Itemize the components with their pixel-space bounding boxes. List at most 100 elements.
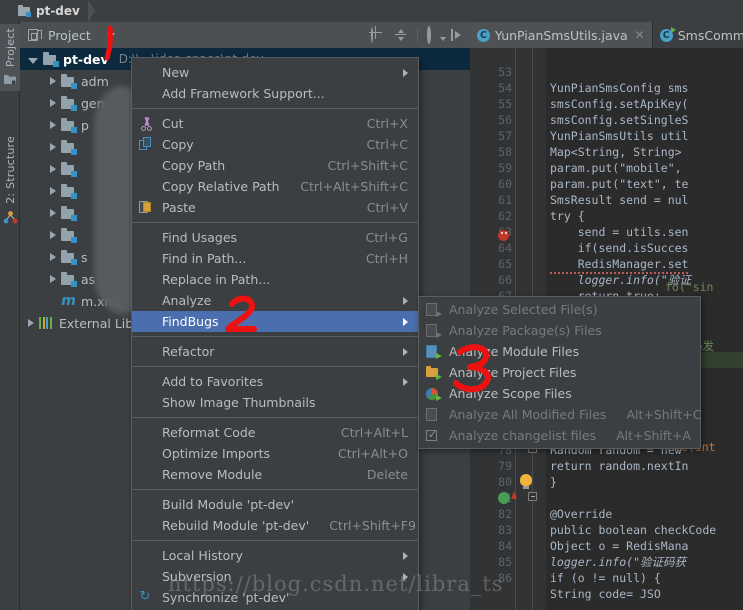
tree-item-label: p xyxy=(81,117,89,133)
chevron-right-icon[interactable] xyxy=(50,143,56,151)
submenu-item-analyze-selected-files[interactable]: Analyze Selected File(s) xyxy=(419,299,700,320)
menu-item-reformat-code[interactable]: Reformat Code Ctrl+Alt+L xyxy=(132,422,418,443)
chevron-right-icon[interactable] xyxy=(50,165,56,173)
toolbar-divider xyxy=(417,28,418,42)
menu-separator xyxy=(132,489,418,490)
menu-item-accel: Ctrl+Shift+C xyxy=(327,158,408,173)
tree-item-label: adm xyxy=(81,73,109,89)
project-panel-title: Project xyxy=(48,27,91,43)
context-menu[interactable]: New Add Framework Support... Cut Ctrl+X … xyxy=(131,57,419,610)
editor-tab-smscommons[interactable]: C SmsCommonS xyxy=(653,22,743,48)
editor-tab-yunpiansmsutils[interactable]: C YunPianSmsUtils.java ✕ xyxy=(470,22,653,48)
menu-item-optimize-imports[interactable]: Optimize Imports Ctrl+Alt+O xyxy=(132,443,418,464)
menu-item-copy[interactable]: Copy Ctrl+C xyxy=(132,134,418,155)
chevron-right-icon xyxy=(403,551,408,560)
code-line: 54 smsConfig.setApiKey( xyxy=(470,64,743,111)
submenu-item-analyze-module-files[interactable]: Analyze Module Files xyxy=(419,341,700,362)
locate-icon[interactable] xyxy=(371,27,385,43)
sidebar-item-structure[interactable]: 2: Structure xyxy=(0,132,20,229)
submenu-item-label: Analyze Scope Files xyxy=(449,386,572,401)
menu-item-accel: Ctrl+Alt+L xyxy=(340,425,408,440)
menu-item-analyze[interactable]: Analyze xyxy=(132,290,418,311)
chevron-right-icon[interactable] xyxy=(50,99,56,107)
external-libraries-label: External Lib xyxy=(59,315,134,331)
code-line: 64 RedisManager.set xyxy=(470,224,743,274)
code-line: 62 send = utils.sen xyxy=(470,192,743,239)
chevron-down-icon[interactable] xyxy=(106,32,115,38)
chevron-right-icon[interactable] xyxy=(50,253,56,261)
menu-item-refactor[interactable]: Refactor xyxy=(132,341,418,362)
chevron-right-icon[interactable] xyxy=(50,231,56,239)
chevron-right-icon[interactable] xyxy=(50,77,56,85)
menu-item-build-module[interactable]: Build Module 'pt-dev' xyxy=(132,494,418,515)
menu-item-accel: Delete xyxy=(366,467,408,482)
menu-item-rebuild-module[interactable]: Rebuild Module 'pt-dev' Ctrl+Shift+F9 xyxy=(132,515,418,536)
breadcrumb[interactable]: pt-dev xyxy=(0,0,90,22)
menu-item-synchronize[interactable]: ↻ Synchronize 'pt-dev' xyxy=(132,587,418,608)
menu-item-label: Rebuild Module 'pt-dev' xyxy=(162,518,310,533)
chevron-right-icon xyxy=(403,296,408,305)
submenu-item-analyze-all-modified-files[interactable]: Analyze All Modified Files Alt+Shift+C xyxy=(419,404,701,425)
titlebar: pt-dev xyxy=(0,0,743,22)
code-line: 65 logger.info("验证 xyxy=(470,240,743,287)
code-line: 57 Map<String, String> xyxy=(470,112,743,159)
menu-item-local-history[interactable]: Local History xyxy=(132,545,418,566)
project-panel-icon xyxy=(28,28,42,42)
menu-item-show-image-thumbnails[interactable]: Show Image Thumbnails xyxy=(132,392,418,413)
collapse-all-icon[interactable] xyxy=(394,28,408,42)
menu-item-label: Local History xyxy=(162,548,243,563)
chevron-down-icon[interactable] xyxy=(28,57,38,64)
menu-item-find-in-path[interactable]: Find in Path... Ctrl+H xyxy=(132,248,418,269)
menu-item-subversion[interactable]: Subversion xyxy=(132,566,418,587)
chevron-right-icon xyxy=(403,68,408,77)
menu-separator xyxy=(132,417,418,418)
menu-item-add-to-favorites[interactable]: Add to Favorites xyxy=(132,371,418,392)
code-line: 55 smsConfig.setSingleS xyxy=(470,80,743,127)
menu-item-label: Refactor xyxy=(162,344,215,359)
menu-item-copy-relative-path[interactable]: Copy Relative Path Ctrl+Alt+Shift+C xyxy=(132,176,418,197)
menu-item-replace-in-path[interactable]: Replace in Path... xyxy=(132,269,418,290)
submenu-item-analyze-project-files[interactable]: Analyze Project Files xyxy=(419,362,700,383)
menu-item-label: Cut xyxy=(162,116,184,131)
chevron-right-icon[interactable] xyxy=(50,209,56,217)
chevron-right-icon[interactable] xyxy=(50,121,56,129)
analyze-package-icon xyxy=(426,324,442,338)
menu-item-add-framework-support[interactable]: Add Framework Support... xyxy=(132,83,418,104)
code-line: 84 logger.info("验证码获 xyxy=(470,522,743,569)
sidebar-item-project[interactable]: Project xyxy=(0,24,20,92)
findbugs-submenu[interactable]: Analyze Selected File(s) Analyze Package… xyxy=(418,296,701,449)
menu-item-remove-module[interactable]: Remove Module Delete xyxy=(132,464,418,485)
fold-marker-icon[interactable] xyxy=(528,492,537,501)
menu-item-copy-path[interactable]: Copy Path Ctrl+Shift+C xyxy=(132,155,418,176)
hide-icon[interactable] xyxy=(450,28,464,42)
menu-item-label: Add to Favorites xyxy=(162,374,264,389)
menu-item-new[interactable]: New xyxy=(132,62,418,83)
intention-bulb-icon[interactable] xyxy=(520,474,532,489)
analyze-file-icon xyxy=(426,303,442,317)
menu-item-label: Analyze xyxy=(162,293,212,308)
chevron-right-icon[interactable] xyxy=(28,319,34,327)
menu-item-find-usages[interactable]: Find Usages Ctrl+G xyxy=(132,227,418,248)
folder-icon xyxy=(61,162,77,177)
gear-icon[interactable] xyxy=(427,26,446,44)
tree-item-label: gen xyxy=(81,95,105,111)
close-icon[interactable]: ✕ xyxy=(635,28,645,42)
submenu-item-analyze-changelist-files[interactable]: Analyze changelist files Alt+Shift+A xyxy=(419,425,700,446)
menu-item-paste[interactable]: Paste Ctrl+V xyxy=(132,197,418,218)
chevron-right-icon xyxy=(403,377,408,386)
tree-item-label: as xyxy=(81,271,96,287)
menu-item-cut[interactable]: Cut Ctrl+X xyxy=(132,113,418,134)
code-line: 63 if(send.isSucces xyxy=(470,208,743,255)
breakpoint-bug-icon[interactable] xyxy=(498,230,509,241)
submenu-item-analyze-scope-files[interactable]: Analyze Scope Files xyxy=(419,383,700,404)
chevron-right-icon[interactable] xyxy=(50,275,56,283)
chevron-right-icon[interactable] xyxy=(50,187,56,195)
menu-item-label: Copy xyxy=(162,137,194,152)
submenu-item-analyze-package-files[interactable]: Analyze Package(s) Files xyxy=(419,320,700,341)
folder-icon xyxy=(61,96,77,111)
override-marker-icon[interactable] xyxy=(498,492,510,504)
xml-file-icon: m xyxy=(61,293,76,309)
folder-icon xyxy=(61,74,77,89)
menu-item-findbugs[interactable]: FindBugs xyxy=(132,311,418,332)
folder-icon xyxy=(61,184,77,199)
